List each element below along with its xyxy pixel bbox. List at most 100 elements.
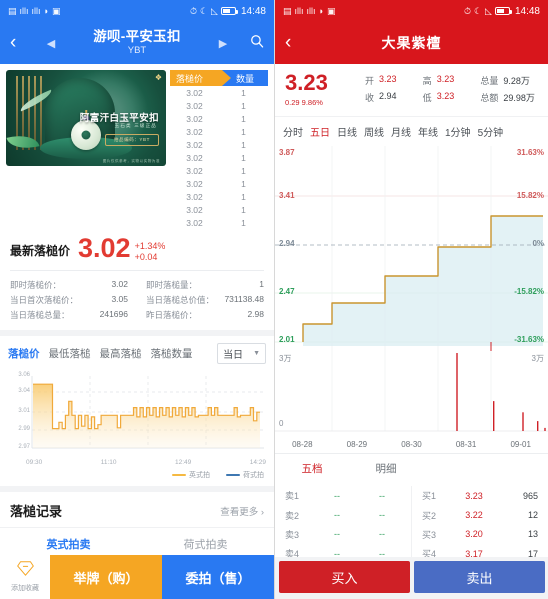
clock-label: 14:48 <box>514 5 540 17</box>
bid-buy-button[interactable]: 举牌（购） <box>50 555 162 599</box>
quote-value: 2.94 <box>379 91 397 101</box>
tab-lowest[interactable]: 最低落槌 <box>49 346 91 361</box>
quote-item-turnover: 总额 29.98万 <box>480 89 538 106</box>
bid-price-cell: 3.02 <box>186 165 203 176</box>
order-book-level: 卖1 <box>285 491 300 502</box>
volume-label-left: 3万 <box>279 354 292 363</box>
tab-5分钟[interactable]: 5分钟 <box>478 124 504 139</box>
clock-label: 14:48 <box>240 5 266 17</box>
product-and-bids: ❖ 阿富汗白玉平安扣 玉石类 三级正品 拍品编码：YBT 图片仅供参考，实物以实… <box>0 64 274 231</box>
order-book-row: 买2 3.22 12 <box>422 505 538 524</box>
order-book-tab-bar: 五档 明细 <box>275 453 548 482</box>
bid-qty-cell: 1 <box>241 204 246 215</box>
tab-分时[interactable]: 分时 <box>283 124 303 139</box>
moon-icon: ☾ <box>473 5 483 16</box>
sell-button[interactable]: 卖出 <box>414 561 545 593</box>
bid-price-cell: 3.02 <box>186 139 203 150</box>
tab-details[interactable]: 明细 <box>349 461 423 476</box>
tab-dutch-auction[interactable]: 荷式拍卖 <box>137 528 274 558</box>
brand-badge-icon: ❖ <box>154 73 162 82</box>
tab-english-auction[interactable]: 英式拍卖 <box>0 528 137 558</box>
bid-queue-row: 3.02 1 <box>170 138 268 151</box>
legend-item-dutch-auction: 荷式拍 <box>226 470 264 480</box>
bid-qty-cell: 1 <box>241 165 246 176</box>
tab-chengjiao-price[interactable]: 落槌价 <box>8 346 40 361</box>
quote-value: 29.98万 <box>503 93 535 103</box>
gem-icon <box>16 561 34 581</box>
kline-x-axis: 08-28 08-29 08-30 08-31 09-01 <box>275 439 548 453</box>
consign-sell-button[interactable]: 委拍（售） <box>162 555 274 599</box>
order-book-row: 卖1 -- -- <box>285 486 401 505</box>
tab-月线[interactable]: 月线 <box>391 124 411 139</box>
x-tick: 08-28 <box>292 440 313 449</box>
buy-button[interactable]: 买入 <box>279 561 410 593</box>
statistic-key: 当日落槌总量： <box>10 309 70 320</box>
sd-card-icon: ▣ <box>51 5 61 16</box>
quote-column: 开 3.23 收 2.94 <box>365 72 423 107</box>
back-icon[interactable]: ‹ <box>10 32 34 54</box>
search-icon[interactable] <box>240 34 264 52</box>
tab-1分钟[interactable]: 1分钟 <box>445 124 471 139</box>
chart-section: 落槌价 最低落槌 最高落槌 落槌数量 当日 ▼ 3.06 3.04 3.01 2… <box>0 336 274 486</box>
chevron-down-icon: ▼ <box>253 350 260 357</box>
change-percent-label: +1.34% <box>134 241 166 252</box>
bid-queue-row: 3.02 1 <box>170 86 268 99</box>
statistic-value: 1 <box>259 278 264 289</box>
previous-item-icon[interactable]: ◀ <box>34 37 68 50</box>
x-tick: 14:29 <box>249 459 266 466</box>
volume-chart-svg <box>275 351 548 439</box>
statistic-value: 241696 <box>99 308 128 319</box>
product-image-tag: 拍品编码：YBT <box>104 134 159 146</box>
view-more-link[interactable]: 查看更多 › <box>220 504 264 518</box>
bid-queue-row: 3.02 1 <box>170 112 268 125</box>
quote-key: 收 <box>365 93 375 103</box>
signal-icon: ıllı <box>31 5 41 16</box>
quote-key: 总额 <box>480 93 499 103</box>
page-title-label: 游呗-平安玉扣 <box>93 29 181 45</box>
bid-price-cell: 3.02 <box>186 100 203 111</box>
back-icon[interactable]: ‹ <box>285 32 309 54</box>
bid-queue-table: 落槌价 数量 3.02 1 3.02 1 3.02 1 3.02 1 3.02 1 3.02 1 3.0… <box>170 70 268 229</box>
statistic-key: 即时落槌价： <box>10 279 62 290</box>
bid-qty-cell: 1 <box>241 100 246 111</box>
intraday-chart: 3.06 3.04 3.01 2.99 2.97 <box>8 370 266 458</box>
product-image-footer: 图片仅供参考，实物以实物为准 <box>102 159 160 163</box>
left-screen: ▤ ıllı ıllı ◗ ▣ ⏱ ☾ ◺ 14:48 ‹ ◀ 游呗-平安玉扣 … <box>0 0 274 599</box>
x-tick: 08-29 <box>346 440 368 449</box>
tab-quantity[interactable]: 落槌数量 <box>151 346 193 361</box>
quote-column: 高 3.23 低 3.23 <box>423 72 481 107</box>
tab-周线[interactable]: 周线 <box>364 124 384 139</box>
left-action-bar: 添加收藏 举牌（购） 委拍（售） <box>0 555 274 599</box>
volume-zero-label: 0 <box>279 419 284 428</box>
x-tick: 11:10 <box>100 459 117 466</box>
statistic-item: 即时落槌量： 1 <box>137 277 264 292</box>
chart-x-axis: 09:30 11:10 12:49 14:29 <box>0 458 274 466</box>
bid-qty-cell: 1 <box>241 178 246 189</box>
add-favorite-button[interactable]: 添加收藏 <box>0 555 50 599</box>
y-tick: 3.04 <box>18 388 30 394</box>
current-price: 3.23 <box>285 70 328 95</box>
chart-y-axis: 3.06 3.04 3.01 2.99 2.97 <box>8 370 30 458</box>
quote-main: 3.23 0.29 9.86% <box>285 70 365 108</box>
statistic-item: 当日落槌总价值： 731138.48 <box>137 292 264 307</box>
bid-qty-cell: 1 <box>241 126 246 137</box>
jade-pendant-icon <box>71 120 101 150</box>
quote-key: 开 <box>365 76 375 86</box>
product-image[interactable]: ❖ 阿富汗白玉平安扣 玉石类 三级正品 拍品编码：YBT 图片仅供参考，实物以实… <box>6 70 166 166</box>
range-select[interactable]: 当日 ▼ <box>217 343 266 364</box>
tab-年线[interactable]: 年线 <box>418 124 438 139</box>
y-tick-left: 2.94 <box>279 239 295 248</box>
chart-legend: 英式拍 荷式拍 <box>0 466 274 486</box>
next-item-icon[interactable]: ▶ <box>206 37 240 50</box>
tab-five-levels[interactable]: 五档 <box>275 461 349 476</box>
y-tick-right: 0% <box>532 239 544 248</box>
tab-日线[interactable]: 日线 <box>337 124 357 139</box>
bid-queue-row: 3.02 1 <box>170 177 268 190</box>
bid-queue-row: 3.02 1 <box>170 151 268 164</box>
tab-五日[interactable]: 五日 <box>310 124 330 139</box>
bid-price-cell: 3.02 <box>186 191 203 202</box>
quote-key: 低 <box>422 93 432 103</box>
tab-highest[interactable]: 最高落槌 <box>100 346 142 361</box>
order-book-price: 3.20 <box>465 529 483 540</box>
y-tick-left: 2.01 <box>279 335 295 344</box>
